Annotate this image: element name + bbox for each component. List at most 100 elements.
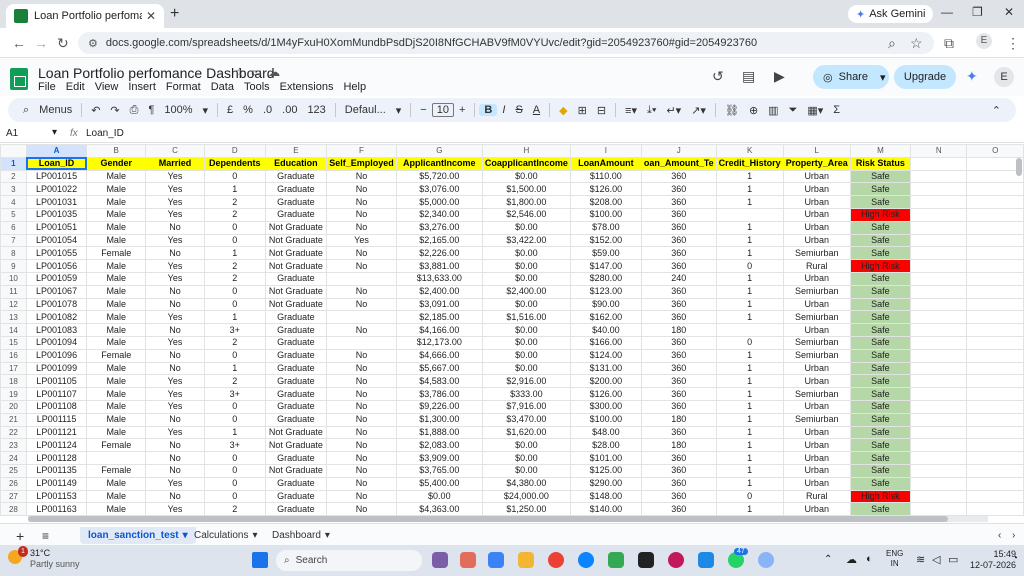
cell[interactable]: Urban [782,169,851,184]
cell[interactable]: $166.00 [569,335,642,350]
row-header[interactable]: 7 [0,233,27,248]
cell[interactable]: No [326,374,397,389]
cell[interactable]: 3+ [203,438,266,453]
risk-status-cell[interactable]: Safe [849,310,912,325]
row-header[interactable]: 19 [0,387,27,401]
filter-icon[interactable]: ⏷ [784,104,803,117]
cell[interactable] [966,207,1024,222]
risk-status-cell[interactable]: Safe [849,323,912,337]
cell[interactable]: Male [86,323,147,337]
cell[interactable] [910,451,968,465]
header-cell[interactable] [910,156,968,171]
sheet-tab-dashboard[interactable]: Dashboard ▾ [264,527,338,544]
cell[interactable]: Male [86,476,147,491]
cell[interactable]: $5,720.00 [395,169,483,184]
cell[interactable]: Urban [782,425,851,440]
cell[interactable]: No [326,463,397,478]
cell[interactable]: $300.00 [569,399,642,414]
font-chevron-down-icon[interactable]: ▾ [391,104,407,117]
cell[interactable]: $40.00 [569,323,642,337]
cell[interactable]: $2,226.00 [395,246,483,261]
cell[interactable]: Male [86,233,147,248]
cell[interactable]: No [326,220,397,235]
cell[interactable]: Graduate [264,361,328,376]
cell[interactable]: $24,000.00 [481,489,571,504]
cell[interactable]: $13,633.00 [395,271,483,286]
cell[interactable]: $0.00 [481,259,571,273]
cell[interactable]: $3,091.00 [395,297,483,312]
cell[interactable]: No [145,284,205,299]
cell[interactable]: Yes [145,502,205,516]
cell[interactable]: 0 [203,284,266,299]
cell[interactable] [910,195,968,209]
cell[interactable]: 1 [715,425,784,440]
cell[interactable] [910,310,968,325]
cell[interactable]: 360 [640,259,717,273]
cell[interactable]: Urban [782,399,851,414]
cell[interactable]: Graduate [264,207,328,222]
cell[interactable]: 1 [715,361,784,376]
horizontal-scrollbar[interactable] [28,516,988,522]
row-header[interactable]: 20 [0,399,27,414]
header-cell[interactable]: Dependents [203,156,266,171]
column-header-d[interactable]: D [203,144,266,158]
cell[interactable]: Semiurban [782,387,851,401]
cell[interactable]: Yes [145,335,205,350]
cell[interactable] [966,271,1024,286]
cell[interactable]: 0 [715,335,784,350]
cell[interactable]: LP001121 [25,425,88,440]
cell[interactable]: Graduate [264,451,328,465]
cell[interactable] [966,463,1024,478]
share-dropdown-icon[interactable]: ▾ [880,71,886,84]
cell[interactable] [910,335,968,350]
cell[interactable]: No [145,438,205,453]
cell[interactable]: Female [86,348,147,363]
cell[interactable]: LP001107 [25,387,88,401]
cell[interactable]: 1 [203,182,266,197]
cell[interactable]: $2,165.00 [395,233,483,248]
cell[interactable] [966,425,1024,440]
minimize-icon[interactable]: — [941,5,953,19]
cell[interactable]: $123.00 [569,284,642,299]
cell[interactable] [966,195,1024,209]
cell[interactable]: $4,363.00 [395,502,483,516]
cell[interactable]: 0 [203,489,266,504]
cell[interactable]: LP001099 [25,361,88,376]
cell[interactable]: No [326,169,397,184]
cell[interactable]: Graduate [264,399,328,414]
cell[interactable]: 1 [715,182,784,197]
risk-status-cell[interactable]: High Risk [849,489,912,504]
select-all-corner[interactable] [0,144,27,158]
volume-icon[interactable]: ◁ [932,553,940,566]
cell[interactable]: Urban [782,451,851,465]
cell[interactable]: 1 [203,361,266,376]
cell[interactable]: $0.00 [481,323,571,337]
increase-decimal-button[interactable]: .00 [277,104,302,116]
menu-insert[interactable]: Insert [128,81,156,93]
cell[interactable]: 0 [203,463,266,478]
cell[interactable]: $1,516.00 [481,310,571,325]
cell[interactable] [910,323,968,337]
cell[interactable]: No [326,476,397,491]
cell[interactable]: $101.00 [569,451,642,465]
cell[interactable]: LP001056 [25,259,88,273]
cell[interactable]: 0 [203,220,266,235]
column-header-c[interactable]: C [145,144,205,158]
cell[interactable]: Male [86,297,147,312]
column-header-m[interactable]: M [849,144,912,158]
cell[interactable]: Urban [782,182,851,197]
weather-widget[interactable]: 1 31°C Partly sunny [8,546,80,570]
search-menus-icon[interactable]: ⌕ [18,104,34,117]
cell[interactable]: $152.00 [569,233,642,248]
windows-start-icon[interactable] [252,552,268,568]
cell[interactable]: Not Graduate [264,425,328,440]
cell[interactable]: $162.00 [569,310,642,325]
header-cell[interactable]: Self_Employed [326,156,397,171]
cell[interactable]: No [326,387,397,401]
cell[interactable]: 1 [715,220,784,235]
extensions-icon[interactable]: ⧉ [944,35,954,52]
risk-status-cell[interactable]: Safe [849,451,912,465]
cell[interactable] [910,284,968,299]
cell[interactable] [910,233,968,248]
cell[interactable] [326,271,397,286]
